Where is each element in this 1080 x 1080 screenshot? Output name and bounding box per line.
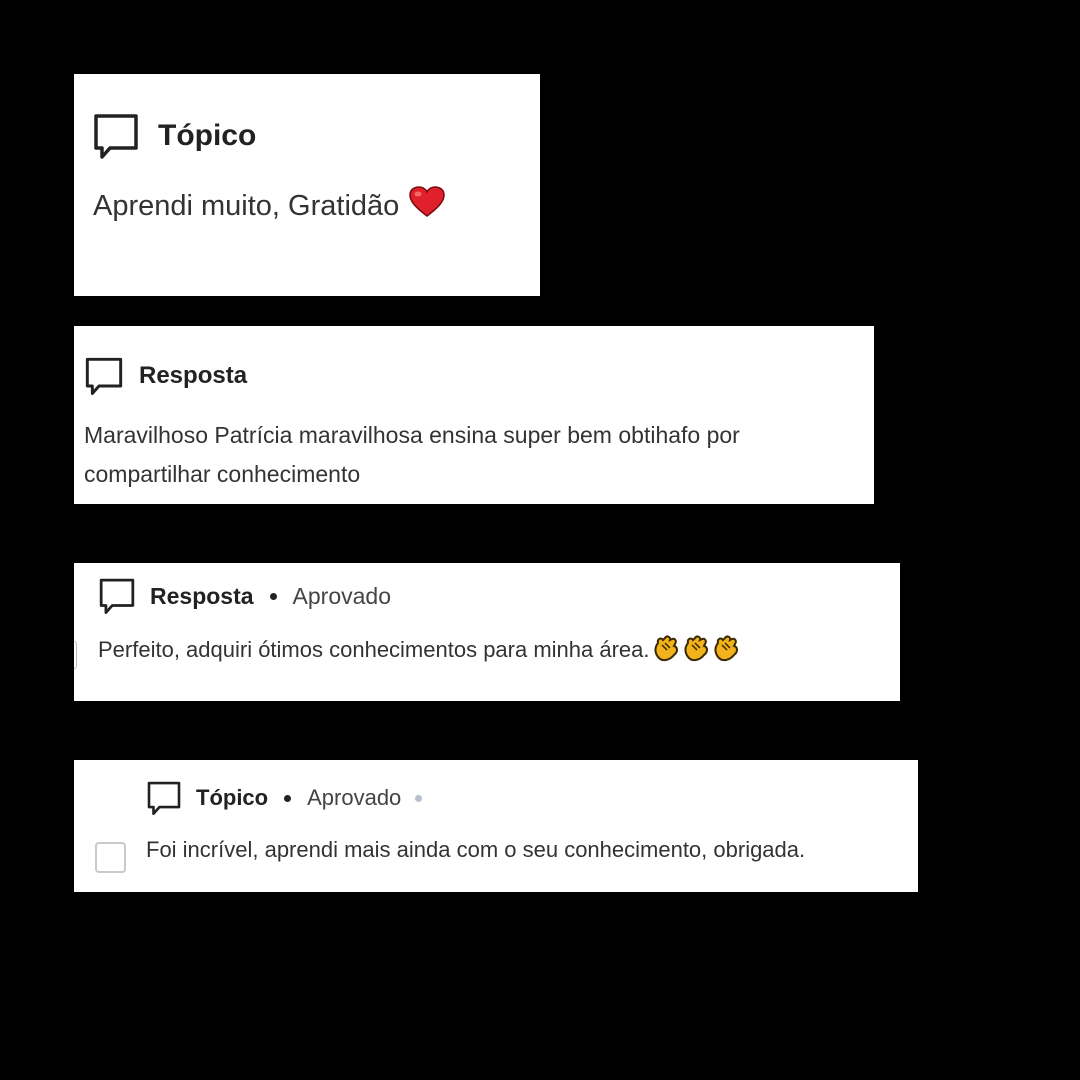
indicator-dot <box>415 794 423 802</box>
status-label: Aprovado <box>307 785 402 810</box>
checkbox-edge[interactable] <box>74 641 77 669</box>
post-type-label: Resposta <box>150 582 254 609</box>
select-checkbox[interactable] <box>95 842 126 873</box>
clapping-hands-icon <box>682 633 710 669</box>
chat-bubble-icon <box>84 356 124 396</box>
separator-dot <box>284 794 292 802</box>
post-type-label: Tópico <box>158 119 257 152</box>
clapping-hands-icon <box>652 633 680 669</box>
post-text: Aprendi muito, Gratidão <box>93 186 446 226</box>
post-text: Maravilhoso Patrícia maravilhosa ensina … <box>84 422 740 487</box>
topic-card: Tópico Aprendi muito, Gratidão <box>74 74 540 296</box>
topic-card: Tópico Aprovado Foi incrível, aprendi ma… <box>74 760 918 892</box>
card-header: Tópico Aprovado <box>146 780 438 816</box>
post-text-content: Aprendi muito, Gratidão <box>93 190 400 222</box>
post-type-label: Tópico <box>196 785 269 810</box>
card-header: Resposta Aprovado <box>98 577 391 615</box>
post-text-content: Perfeito, adquiri ótimos conhecimentos p… <box>98 637 650 662</box>
reply-card: Resposta Maravilhoso Patrícia maravilhos… <box>74 326 874 504</box>
card-header: Tópico <box>92 112 256 160</box>
heart-icon <box>409 186 446 226</box>
reply-card: Resposta Aprovado Perfeito, adquiri ótim… <box>74 563 900 701</box>
card-header: Resposta <box>84 356 247 396</box>
post-type-label: Resposta <box>139 362 248 389</box>
post-text: Perfeito, adquiri ótimos conhecimentos p… <box>98 633 740 669</box>
status-label: Aprovado <box>292 582 392 609</box>
chat-bubble-icon <box>146 780 182 816</box>
chat-bubble-icon <box>98 577 136 615</box>
clapping-hands-icon <box>712 633 740 669</box>
post-text: Foi incrível, aprendi mais ainda com o s… <box>146 837 806 862</box>
separator-dot <box>269 592 277 600</box>
chat-bubble-icon <box>92 112 140 160</box>
